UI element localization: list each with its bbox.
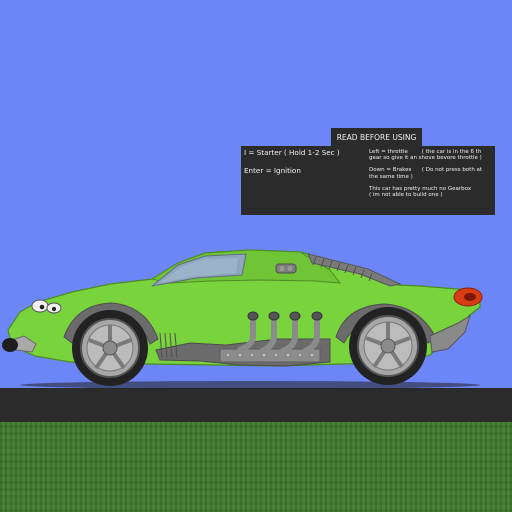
intake-right-icon bbox=[287, 266, 293, 271]
rear-wheel-icon bbox=[349, 307, 427, 385]
green-sports-car bbox=[2, 249, 483, 389]
front-wheel-icon bbox=[72, 310, 148, 386]
front-air-intake bbox=[2, 338, 18, 352]
intake-left-icon bbox=[279, 266, 285, 271]
side-intake bbox=[275, 263, 297, 274]
car-shadow bbox=[20, 381, 480, 389]
